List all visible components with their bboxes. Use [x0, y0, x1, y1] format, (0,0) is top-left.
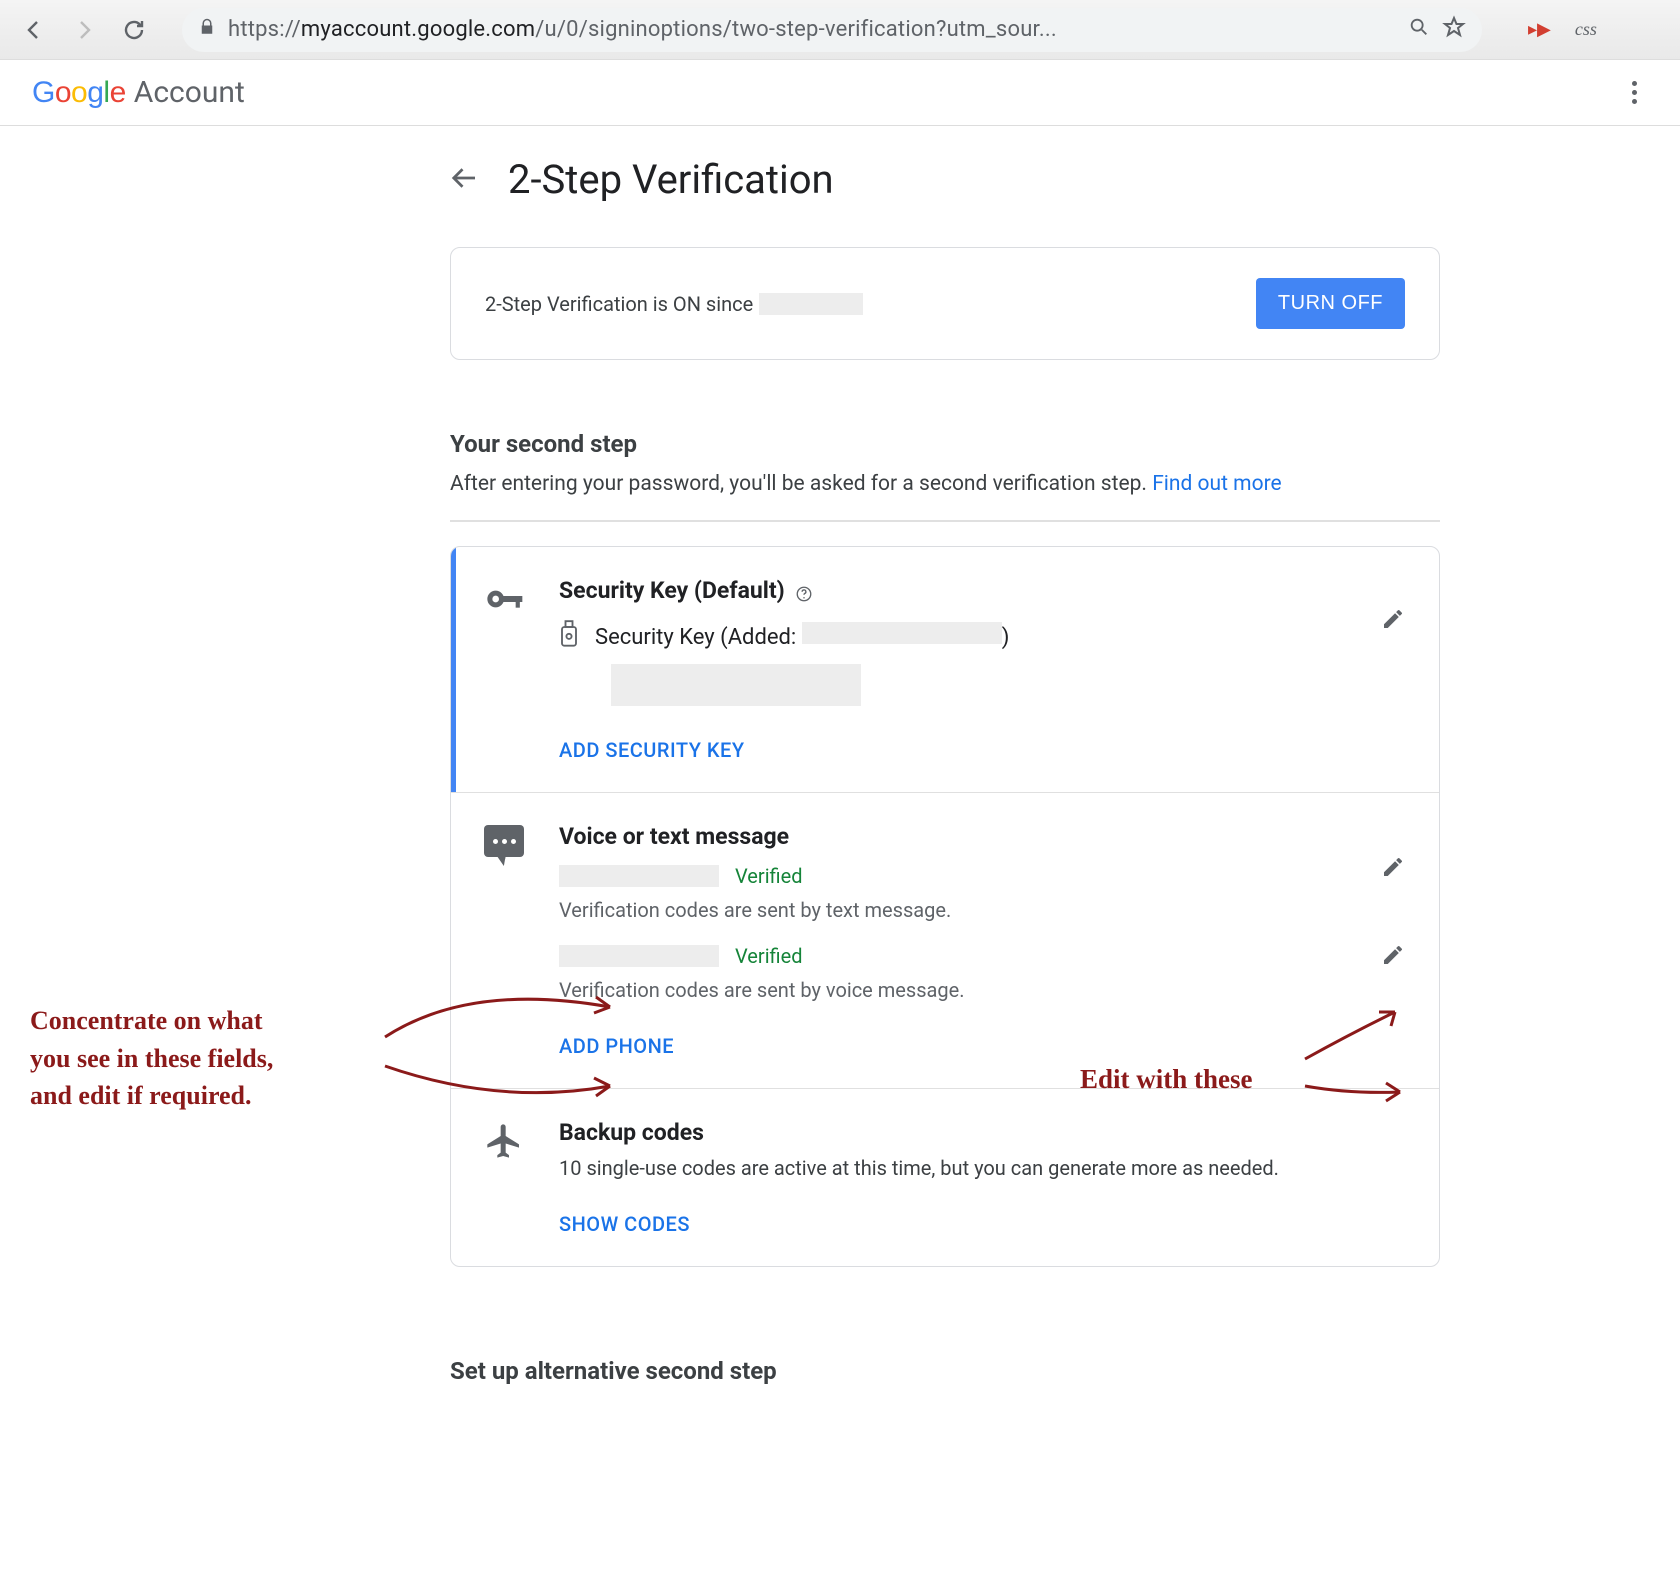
- search-in-page-icon[interactable]: [1408, 16, 1430, 44]
- verified-badge-1: Verified: [735, 864, 803, 888]
- redacted-phone-2: [559, 945, 719, 967]
- method-backup-codes: Backup codes 10 single-use codes are act…: [451, 1088, 1439, 1266]
- backup-desc: 10 single-use codes are active at this t…: [559, 1156, 1409, 1180]
- verified-badge-2: Verified: [735, 944, 803, 968]
- reload-button[interactable]: [120, 16, 148, 44]
- redacted-key-date: [802, 622, 1002, 644]
- page-back-icon[interactable]: [450, 163, 480, 197]
- show-codes-button[interactable]: SHOW CODES: [559, 1212, 690, 1236]
- voice-desc-2: Verification codes are sent by voice mes…: [559, 978, 1409, 1002]
- page-title: 2-Step Verification: [508, 156, 834, 203]
- url-text: https://myaccount.google.com/u/0/signino…: [228, 17, 1396, 42]
- account-word: Account: [134, 75, 245, 110]
- second-step-heading: Your second step: [450, 430, 1440, 458]
- google-account-logo[interactable]: Google Account: [32, 75, 245, 110]
- lock-icon: [198, 17, 216, 42]
- status-text: 2-Step Verification is ON since: [485, 292, 753, 316]
- edit-security-key-icon[interactable]: [1381, 607, 1405, 631]
- voice-desc-1: Verification codes are sent by text mess…: [559, 898, 1409, 922]
- bookmark-star-icon[interactable]: [1442, 15, 1466, 45]
- sms-bubble-icon: [481, 823, 527, 1058]
- redacted-date: [759, 293, 863, 315]
- extension-icon-1[interactable]: ▸▶: [1528, 19, 1551, 40]
- add-phone-button[interactable]: ADD PHONE: [559, 1034, 674, 1058]
- methods-card: Security Key (Default) Security Key (Add…: [450, 546, 1440, 1267]
- security-key-entry: Security Key (Added: ): [595, 622, 1009, 650]
- usb-key-icon: [559, 620, 579, 652]
- key-icon: [481, 577, 527, 762]
- app-header: Google Account: [0, 60, 1680, 126]
- method-voice-text: Voice or text message Verified Verificat…: [451, 792, 1439, 1088]
- divider: [450, 520, 1440, 522]
- annotation-left: Concentrate on what you see in these fie…: [30, 1002, 390, 1115]
- help-icon[interactable]: [795, 582, 813, 600]
- edit-phone-2-icon[interactable]: [1381, 943, 1405, 967]
- address-bar[interactable]: https://myaccount.google.com/u/0/signino…: [182, 8, 1482, 52]
- forward-button[interactable]: [70, 16, 98, 44]
- backup-title: Backup codes: [559, 1119, 704, 1146]
- alt-step-heading: Set up alternative second step: [450, 1357, 1440, 1385]
- airplane-icon: [481, 1119, 527, 1236]
- status-card: 2-Step Verification is ON since TURN OFF: [450, 247, 1440, 360]
- find-out-more-link[interactable]: Find out more: [1152, 472, 1281, 496]
- redacted-key-name: [611, 664, 861, 706]
- edit-phone-1-icon[interactable]: [1381, 855, 1405, 879]
- browser-toolbar: https://myaccount.google.com/u/0/signino…: [0, 0, 1680, 60]
- add-security-key-button[interactable]: ADD SECURITY KEY: [559, 738, 745, 762]
- voice-title: Voice or text message: [559, 823, 789, 850]
- back-button[interactable]: [20, 16, 48, 44]
- extension-css-icon[interactable]: css: [1575, 19, 1597, 40]
- method-security-key: Security Key (Default) Security Key (Add…: [451, 547, 1439, 792]
- overflow-menu-icon[interactable]: [1620, 79, 1648, 107]
- security-key-title: Security Key (Default): [559, 577, 785, 604]
- turn-off-button[interactable]: TURN OFF: [1256, 278, 1405, 329]
- redacted-phone-1: [559, 865, 719, 887]
- second-step-description: After entering your password, you'll be …: [450, 472, 1440, 496]
